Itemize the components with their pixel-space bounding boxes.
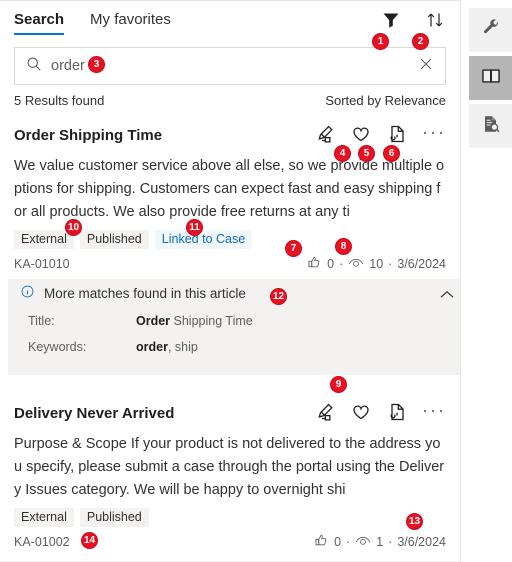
result-date: 3/6/2024 — [397, 257, 446, 271]
close-icon[interactable] — [417, 55, 435, 78]
annotation-badge-8: 8 — [335, 238, 352, 255]
heart-icon[interactable] — [350, 401, 372, 423]
stat-separator-1: · — [339, 257, 344, 271]
match-term: order — [136, 340, 168, 354]
annotation-badge-13: 13 — [406, 513, 423, 530]
document-search-icon — [481, 114, 501, 139]
annotation-badge-14: 14 — [81, 532, 98, 549]
tab-my-favorites-label: My favorites — [90, 11, 171, 28]
search-icon — [25, 55, 43, 78]
more-matches-key: Title: — [28, 314, 55, 328]
result-snippet: We value customer service above all else… — [14, 158, 445, 220]
search-pane: Search My favorites order 5 Results foun… — [0, 0, 460, 562]
result-action-group: ··· — [314, 123, 446, 145]
like-icon[interactable] — [314, 533, 329, 551]
match-rest: , ship — [167, 340, 198, 354]
book-icon — [480, 66, 502, 91]
annotation-badge-1: 1 — [372, 33, 389, 50]
result-stats: 0 · 10 · 3/6/2024 — [307, 255, 446, 273]
chevron-up-icon[interactable] — [440, 288, 454, 306]
annotate-icon[interactable] — [314, 401, 336, 423]
results-count: 5 Results found — [14, 93, 105, 108]
match-rest: Shipping Time — [170, 314, 253, 328]
more-matches-panel: More matches found in this article Title… — [8, 279, 460, 375]
match-term: Order — [136, 314, 171, 328]
article-id: KA-01002 — [14, 535, 70, 549]
search-input[interactable]: order — [51, 59, 417, 74]
tab-search[interactable]: Search — [14, 11, 65, 35]
link-article-icon[interactable] — [386, 123, 408, 145]
result-action-group: ··· — [314, 401, 446, 423]
results-meta: 5 Results found Sorted by Relevance — [14, 93, 446, 108]
more-matches-value: Order Shipping Time — [136, 314, 253, 328]
link-article-icon[interactable] — [386, 401, 408, 423]
stat-separator-1: · — [346, 535, 351, 549]
pill-published[interactable]: Published — [79, 230, 149, 249]
result-date: 3/6/2024 — [397, 535, 446, 549]
more-matches-row-title: Title: Order Shipping Time — [8, 308, 460, 334]
view-icon — [355, 534, 371, 551]
more-matches-label: More matches found in this article — [44, 286, 246, 301]
annotation-badge-10: 10 — [65, 219, 82, 236]
heart-icon[interactable] — [350, 123, 372, 145]
right-rail — [460, 0, 512, 562]
more-options-icon[interactable]: ··· — [422, 401, 446, 421]
filter-icon[interactable] — [380, 9, 402, 31]
annotation-badge-9: 9 — [330, 376, 347, 393]
annotation-badge-7: 7 — [285, 240, 302, 257]
result-stats: 0 · 1 · 3/6/2024 — [314, 533, 446, 551]
annotation-badge-12: 12 — [270, 288, 287, 305]
annotation-badge-4: 4 — [334, 145, 351, 162]
rail-button-knowledge[interactable] — [469, 56, 512, 100]
wrench-icon — [481, 18, 501, 43]
annotation-badge-3: 3 — [88, 56, 105, 73]
view-icon — [348, 256, 364, 273]
tab-search-label: Search — [14, 11, 65, 28]
result-pill-group: External Published — [14, 508, 149, 527]
more-matches-key: Keywords: — [28, 340, 87, 354]
more-matches-header[interactable]: More matches found in this article — [8, 279, 460, 308]
view-count: 10 — [369, 257, 384, 271]
search-box[interactable]: order — [14, 47, 446, 85]
more-matches-value: order, ship — [136, 340, 198, 354]
article-id: KA-01010 — [14, 257, 70, 271]
info-icon — [20, 284, 35, 304]
annotation-badge-6: 6 — [383, 145, 400, 162]
annotation-badge-5: 5 — [358, 145, 375, 162]
stat-separator-2: · — [388, 535, 393, 549]
more-options-icon[interactable]: ··· — [422, 123, 446, 143]
like-count: 0 — [334, 535, 342, 549]
stat-separator-2: · — [388, 257, 393, 271]
result-pill-group: External Published Linked to Case — [14, 230, 253, 249]
pill-external[interactable]: External — [14, 508, 74, 527]
sort-icon[interactable] — [424, 9, 446, 31]
more-matches-row-keywords: Keywords: order, ship — [8, 334, 460, 360]
annotate-icon[interactable] — [314, 123, 336, 145]
like-icon[interactable] — [307, 255, 322, 273]
like-count: 0 — [327, 257, 335, 271]
rail-button-tools[interactable] — [469, 8, 512, 52]
app-root: Search My favorites order 5 Results foun… — [0, 0, 512, 562]
pill-published[interactable]: Published — [79, 508, 149, 527]
pill-linked-to-case[interactable]: Linked to Case — [154, 230, 253, 249]
pill-external[interactable]: External — [14, 230, 74, 249]
view-count: 1 — [376, 535, 384, 549]
annotation-badge-11: 11 — [186, 219, 203, 236]
result-title[interactable]: Delivery Never Arrived — [14, 405, 174, 422]
result-title[interactable]: Order Shipping Time — [14, 127, 162, 144]
annotation-badge-2: 2 — [412, 33, 429, 50]
result-snippet: Purpose & Scope If your product is not d… — [14, 436, 445, 498]
tab-my-favorites[interactable]: My favorites — [90, 11, 171, 33]
sort-label[interactable]: Sorted by Relevance — [325, 93, 446, 108]
rail-button-documents[interactable] — [469, 104, 512, 148]
header-icon-group — [380, 9, 446, 31]
